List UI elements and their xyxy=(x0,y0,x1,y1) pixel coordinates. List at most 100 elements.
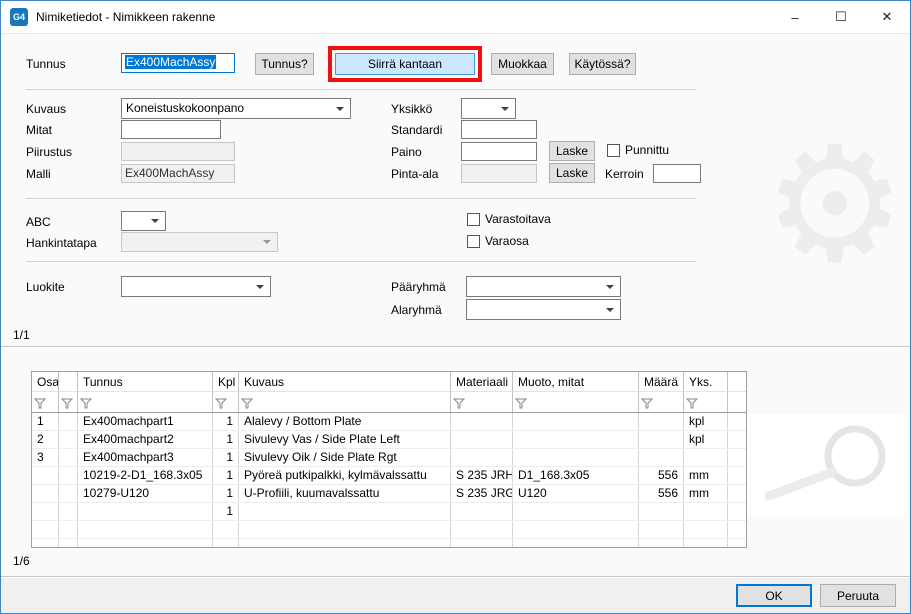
column-filter-button[interactable] xyxy=(513,392,639,412)
punnittu-checkbox[interactable]: Punnittu xyxy=(607,143,669,157)
varaosa-checkbox[interactable]: Varaosa xyxy=(467,234,529,248)
tunnus-input[interactable]: Ex400MachAssy xyxy=(121,53,235,73)
laske-paino-button[interactable]: Laske xyxy=(549,141,595,161)
dialog-window: G4 Nimiketiedot - Nimikkeen rakenne – ☐ … xyxy=(0,0,911,614)
column-header-filler xyxy=(728,372,746,392)
filter-funnel-icon xyxy=(34,398,46,409)
table-row[interactable]: 3Ex400machpart31Sivulevy Oik / Side Plat… xyxy=(32,449,746,467)
cancel-button[interactable]: Peruuta xyxy=(820,584,896,607)
table-cell: S 235 JRH xyxy=(451,467,513,484)
table-cell-filler xyxy=(728,431,746,448)
close-icon[interactable]: ✕ xyxy=(864,1,910,33)
table-cell xyxy=(78,503,213,520)
muokkaa-button[interactable]: Muokkaa xyxy=(491,53,554,75)
tunnus-input-selected-text: Ex400MachAssy xyxy=(125,55,216,69)
column-header-blank xyxy=(59,372,78,392)
column-filter-button[interactable] xyxy=(451,392,513,412)
laske-pinta-ala-button[interactable]: Laske xyxy=(549,163,595,183)
table-cell xyxy=(451,521,513,538)
paino-input[interactable] xyxy=(461,142,537,161)
table-row[interactable]: 1Ex400machpart11Alalevy / Bottom Platekp… xyxy=(32,413,746,431)
abc-combobox[interactable] xyxy=(121,211,166,231)
table-row[interactable]: 10219-2-D1_168.3x051Pyöreä putkipalkki, … xyxy=(32,467,746,485)
standardi-input[interactable] xyxy=(461,120,537,139)
ok-button[interactable]: OK xyxy=(736,584,812,607)
column-filter-button[interactable] xyxy=(59,392,78,412)
table-header-row: OsaTunnusKplKuvausMateriaaliMuoto, mitat… xyxy=(32,372,746,392)
tunnus-query-button[interactable]: Tunnus? xyxy=(255,53,314,75)
varaosa-checkbox-label: Varaosa xyxy=(485,234,529,248)
table-cell xyxy=(639,431,684,448)
piirustus-label: Piirustus xyxy=(26,145,72,159)
table-row[interactable] xyxy=(32,539,746,548)
column-filter-button[interactable] xyxy=(213,392,239,412)
table-cell xyxy=(451,413,513,430)
minimize-icon[interactable]: – xyxy=(772,1,818,33)
column-filter-button[interactable] xyxy=(639,392,684,412)
table-cell: mm xyxy=(684,467,728,484)
section-divider xyxy=(1,346,910,348)
table-cell: 556 xyxy=(639,467,684,484)
filter-funnel-icon xyxy=(215,398,227,409)
column-filter-button[interactable] xyxy=(78,392,213,412)
table-cell xyxy=(451,449,513,466)
column-filter-button[interactable] xyxy=(239,392,451,412)
table-cell-filler xyxy=(728,539,746,548)
table-cell: 556 xyxy=(639,485,684,502)
yksikko-combobox[interactable] xyxy=(461,98,516,119)
alaryhma-label: Alaryhmä xyxy=(391,303,442,317)
luokite-label: Luokite xyxy=(26,280,65,294)
column-filter-button[interactable] xyxy=(684,392,728,412)
table-row[interactable]: 1 xyxy=(32,503,746,521)
magnifier-watermark-panel xyxy=(747,414,906,516)
alaryhma-combobox[interactable] xyxy=(466,299,621,320)
kaytossa-button[interactable]: Käytössä? xyxy=(569,53,636,75)
table-cell xyxy=(451,539,513,548)
table-cell: Ex400machpart2 xyxy=(78,431,213,448)
table-cell: 1 xyxy=(213,413,239,430)
table-cell xyxy=(639,503,684,520)
filter-funnel-icon xyxy=(453,398,465,409)
table-cell-filler xyxy=(728,521,746,538)
table-cell xyxy=(639,539,684,548)
table-cell xyxy=(239,503,451,520)
table-cell xyxy=(451,503,513,520)
hankintatapa-combobox xyxy=(121,232,278,252)
table-cell xyxy=(32,539,59,548)
column-header-Materiaali: Materiaali xyxy=(451,372,513,392)
table-cell: 2 xyxy=(32,431,59,448)
table-cell: Ex400machpart1 xyxy=(78,413,213,430)
title-bar: G4 Nimiketiedot - Nimikkeen rakenne – ☐ … xyxy=(1,1,910,34)
kerroin-input[interactable] xyxy=(653,164,701,183)
table-cell xyxy=(213,521,239,538)
column-header-Muoto, mitat: Muoto, mitat xyxy=(513,372,639,392)
table-cell xyxy=(684,503,728,520)
paaryhma-combobox[interactable] xyxy=(466,276,621,297)
table-cell xyxy=(684,449,728,466)
punnittu-checkbox-box xyxy=(607,144,620,157)
divider xyxy=(26,261,696,262)
table-cell xyxy=(239,539,451,548)
table-row[interactable] xyxy=(32,521,746,539)
table-cell xyxy=(513,539,639,548)
filter-funnel-icon xyxy=(61,398,73,409)
column-header-Määrä: Määrä xyxy=(639,372,684,392)
table-row[interactable]: 10279-U1201U-Profiili, kuumavalssattuS 2… xyxy=(32,485,746,503)
table-cell xyxy=(639,413,684,430)
paino-label: Paino xyxy=(391,145,422,159)
siirra-kantaan-button[interactable]: Siirrä kantaan xyxy=(335,53,475,75)
varastoitava-checkbox[interactable]: Varastoitava xyxy=(467,212,551,226)
column-filter-button[interactable] xyxy=(32,392,59,412)
table-row[interactable]: 2Ex400machpart21Sivulevy Vas / Side Plat… xyxy=(32,431,746,449)
mitat-input[interactable] xyxy=(121,120,221,139)
table-cell-filler xyxy=(728,449,746,466)
kuvaus-combobox[interactable]: Koneistuskokoonpano xyxy=(121,98,351,119)
table-cell xyxy=(59,431,78,448)
table-cell xyxy=(59,467,78,484)
column-filter-filler xyxy=(728,392,746,412)
maximize-icon[interactable]: ☐ xyxy=(818,1,864,33)
table-cell-filler xyxy=(728,485,746,502)
luokite-combobox[interactable] xyxy=(121,276,271,297)
table-cell xyxy=(639,521,684,538)
table-cell xyxy=(239,521,451,538)
